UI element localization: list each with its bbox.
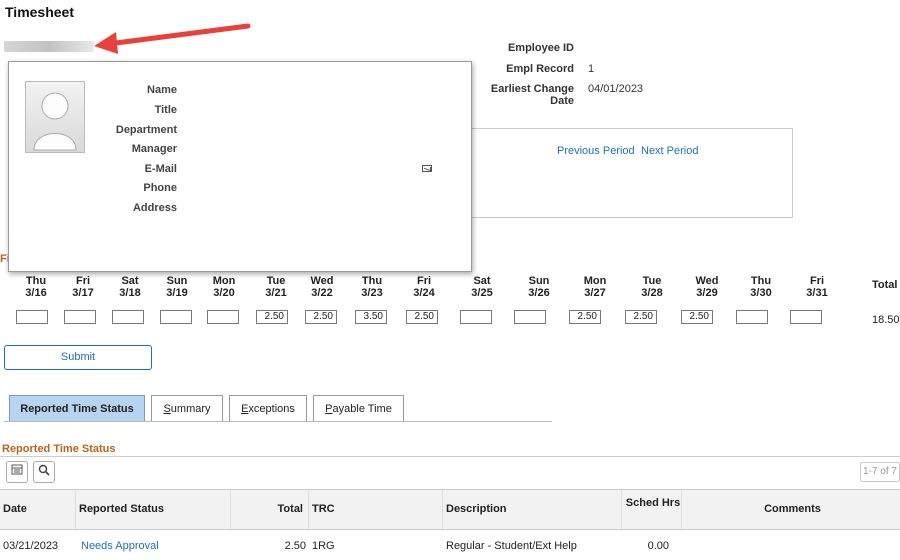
tab-payable-time[interactable]: Payable Time <box>313 395 404 422</box>
day-header: Fri 3/24 <box>413 275 435 299</box>
hours-input[interactable] <box>16 310 48 324</box>
row-sched-hrs: 0.00 <box>647 540 669 552</box>
next-period-link[interactable]: Next Period <box>641 145 698 157</box>
row-total: 2.50 <box>284 540 306 552</box>
day-header: Thu 3/16 <box>25 275 47 299</box>
hours-input[interactable]: 3.50 <box>355 310 387 324</box>
day-header: Sat 3/25 <box>471 275 493 299</box>
hours-input[interactable] <box>736 310 768 324</box>
col-comments: Comments <box>764 503 821 515</box>
grid-toolbar <box>0 456 900 488</box>
earliest-change-date-value: 04/01/2023 <box>588 83 644 95</box>
hours-input[interactable] <box>514 310 546 324</box>
employee-id-label: Employee ID <box>507 42 574 54</box>
day-header: Tue 3/21 <box>265 275 287 299</box>
annotation-arrow <box>94 23 251 54</box>
popup-manager-label: Manager <box>131 143 177 155</box>
row-trc: 1RG <box>312 540 335 552</box>
popup-email-label: E-Mail <box>144 163 177 175</box>
col-total: Total <box>231 490 309 529</box>
hours-input[interactable] <box>64 310 96 324</box>
day-header: Thu 3/23 <box>361 275 383 299</box>
day-header: Tue 3/28 <box>641 275 663 299</box>
hours-input[interactable] <box>112 310 144 324</box>
day-header: Wed 3/29 <box>695 275 719 299</box>
employee-name-blurred[interactable] <box>4 41 94 52</box>
popup-phone-label: Phone <box>143 182 177 194</box>
day-header: Sat 3/18 <box>119 275 141 299</box>
day-header: Sun 3/19 <box>166 275 188 299</box>
submit-button[interactable]: Submit <box>4 345 152 370</box>
col-description: Description <box>443 490 622 529</box>
day-header: Fri 3/31 <box>806 275 828 299</box>
col-sched-hrs: Sched Hrs <box>622 490 682 529</box>
hours-input[interactable]: 2.50 <box>681 310 713 324</box>
earliest-change-date-label: Earliest Change Date <box>490 83 574 107</box>
empl-record-label: Empl Record <box>506 63 574 75</box>
hours-input[interactable] <box>790 310 822 324</box>
table-row: 03/21/2023 Needs Approval 2.50 1RG Regul… <box>0 532 900 558</box>
hours-input[interactable]: 2.50 <box>406 310 438 324</box>
day-header: Mon 3/20 <box>212 275 236 299</box>
col-date: Date <box>0 490 76 529</box>
hours-input[interactable]: 2.50 <box>625 310 657 324</box>
day-header: Thu 3/30 <box>750 275 772 299</box>
tab-summary[interactable]: Summary <box>151 395 223 422</box>
total-header: Total <box>872 279 898 291</box>
tab-reported-time-status[interactable]: Reported Time Status <box>9 395 145 422</box>
hours-input[interactable] <box>160 310 192 324</box>
day-header: Fri 3/17 <box>72 275 94 299</box>
col-reported-status: Reported Status <box>76 490 231 529</box>
tab-exceptions[interactable]: Exceptions <box>229 395 307 422</box>
day-header: Wed 3/22 <box>310 275 334 299</box>
hours-input[interactable] <box>207 310 239 324</box>
table-header: Date Reported Status Total TRC Descripti… <box>0 489 900 530</box>
day-header: Sun 3/26 <box>528 275 550 299</box>
hours-input[interactable]: 2.50 <box>569 310 601 324</box>
pagination-count: 1-7 of 7 <box>860 462 900 482</box>
email-icon[interactable] <box>422 165 432 172</box>
empl-record-value: 1 <box>588 63 595 75</box>
popup-title-label: Title <box>154 104 177 116</box>
popup-address-label: Address <box>132 202 177 214</box>
hours-input[interactable] <box>460 310 492 324</box>
tab-divider <box>4 421 552 422</box>
hours-input[interactable]: 2.50 <box>256 310 288 324</box>
row-description: Regular - Student/Ext Help <box>446 540 577 552</box>
search-icon[interactable] <box>33 461 55 483</box>
hours-input[interactable]: 2.50 <box>305 310 337 324</box>
col-trc: TRC <box>309 490 443 529</box>
personalize-grid-icon[interactable] <box>6 461 28 483</box>
employee-info-popup: Name Title Department Manager E-Mail Pho… <box>8 61 472 272</box>
day-header: Mon 3/27 <box>583 275 607 299</box>
section-title: Reported Time Status <box>2 443 116 455</box>
page-title: Timesheet <box>5 4 74 20</box>
row-status-link[interactable]: Needs Approval <box>78 532 159 560</box>
row-date: 03/21/2023 <box>3 540 59 552</box>
period-navigation-box: Previous Period Next Period <box>470 128 793 218</box>
popup-name-label: Name <box>147 84 177 96</box>
popup-department-label: Department <box>115 124 177 136</box>
previous-period-link[interactable]: Previous Period <box>557 145 635 157</box>
total-hours-value: 18.50 <box>872 314 900 326</box>
